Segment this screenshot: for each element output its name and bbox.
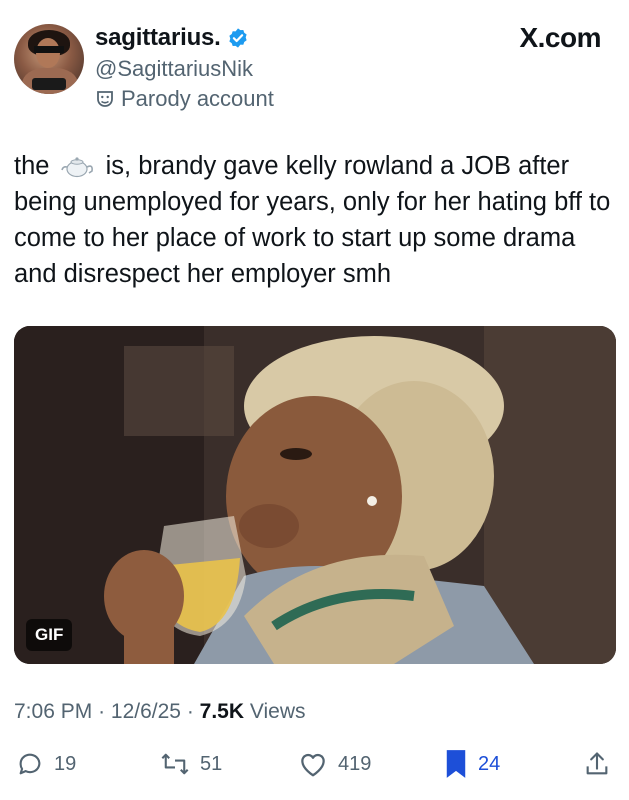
heart-icon — [301, 753, 325, 777]
avatar-censor-bar — [34, 46, 64, 53]
tweet-time[interactable]: 7:06 PM — [14, 700, 92, 723]
bookmark-button[interactable]: 24 — [444, 744, 500, 784]
teapot-icon — [60, 157, 93, 178]
share-button[interactable] — [584, 744, 610, 784]
tweet-text-before: the — [14, 152, 50, 180]
parody-label: Parody account — [95, 86, 274, 112]
avatar-face — [36, 38, 60, 68]
avatar-top — [32, 78, 66, 90]
tweet-text: the is, brandy gave kelly rowland a JOB … — [14, 148, 614, 292]
like-count: 419 — [338, 752, 372, 775]
bookmark-icon — [446, 750, 466, 778]
like-button[interactable]: 419 — [298, 744, 371, 784]
views-label: Views — [249, 700, 306, 723]
brand-logo: X.com — [519, 22, 601, 53]
gif-media[interactable] — [14, 326, 616, 664]
author-name-row[interactable]: sagittarius. — [95, 24, 249, 52]
avatar[interactable] — [14, 24, 84, 94]
verified-badge-icon — [229, 28, 247, 48]
theater-masks-icon — [97, 91, 113, 107]
reply-button[interactable]: 19 — [16, 744, 76, 784]
author-handle[interactable]: @SagittariusNik — [95, 56, 253, 82]
reply-icon — [19, 753, 41, 775]
repost-button[interactable]: 51 — [160, 744, 222, 784]
tweet-meta: 7:06 PM · 12/6/25 · 7.5K Views — [14, 700, 305, 724]
reply-count: 19 — [54, 752, 77, 775]
parody-label-text: Parody account — [121, 86, 274, 111]
action-bar: 19 51 419 24 — [0, 744, 629, 788]
author-display-name[interactable]: sagittarius. — [95, 24, 221, 52]
repost-count: 51 — [200, 752, 223, 775]
views-count: 7.5K — [199, 700, 244, 723]
gif-badge: GIF — [26, 619, 73, 651]
meta-separator: · — [98, 700, 111, 723]
repost-icon — [161, 753, 189, 775]
meta-separator: · — [186, 700, 200, 723]
bookmark-count: 24 — [478, 752, 501, 775]
tweet-date[interactable]: 12/6/25 — [111, 700, 181, 723]
gif-frame-illustration — [14, 326, 616, 664]
share-icon — [586, 752, 608, 775]
tweet-text-after: is, brandy gave kelly rowland a JOB afte… — [14, 152, 611, 288]
